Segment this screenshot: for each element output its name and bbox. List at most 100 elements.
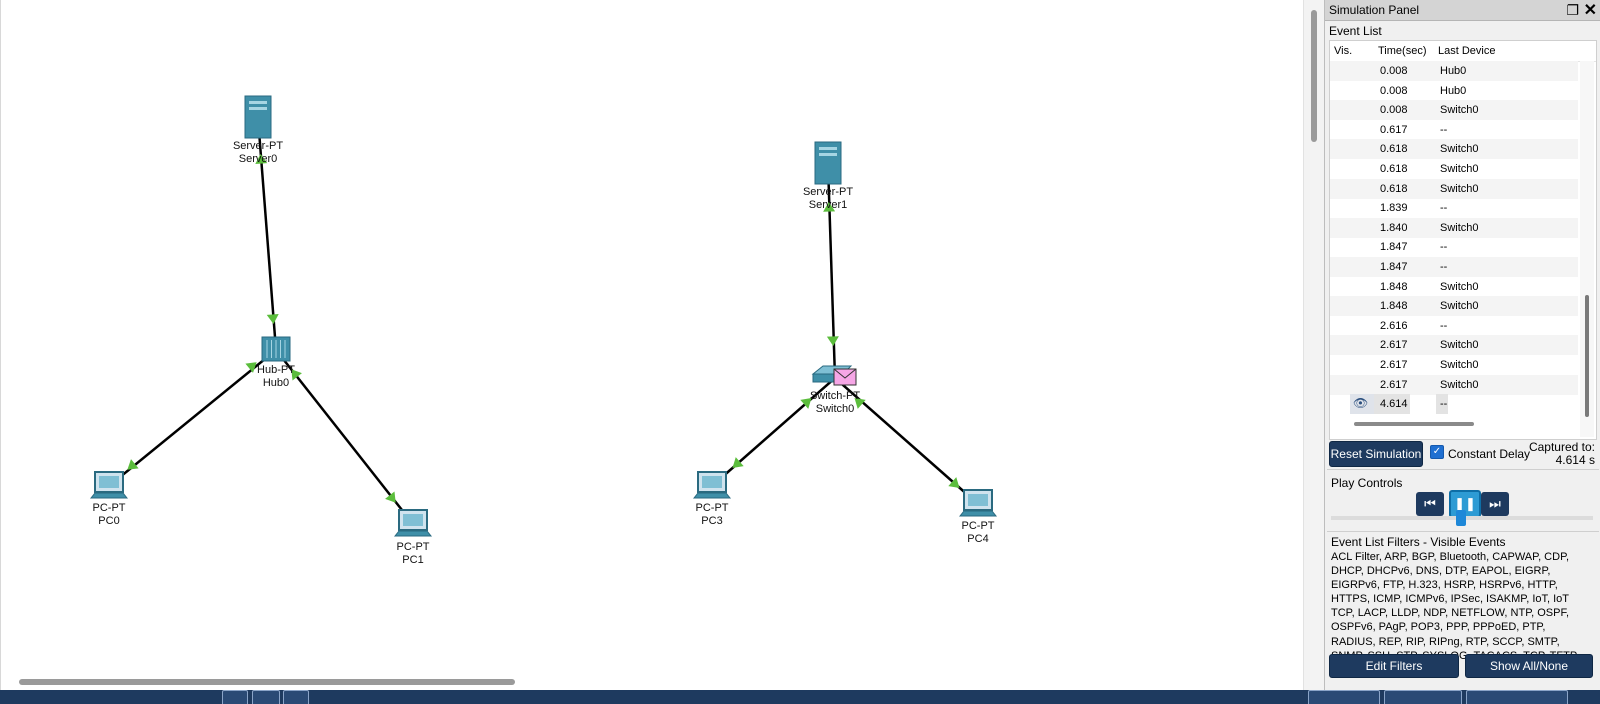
- restore-window-icon[interactable]: ❐: [1566, 2, 1579, 19]
- event-list-table: Vis. Time(sec) Last Device 0.008 Hub0 0.00…: [1329, 40, 1597, 440]
- step-forward-button[interactable]: ⏭: [1481, 492, 1509, 516]
- event-list-horizontal-scroll-thumb[interactable]: [1354, 422, 1474, 426]
- link-status-indicator: [266, 313, 279, 324]
- event-visibility-cell[interactable]: [1350, 296, 1374, 316]
- column-header-time[interactable]: Time(sec): [1378, 45, 1426, 57]
- toolbar-button[interactable]: [252, 690, 280, 704]
- event-visibility-cell[interactable]: [1350, 375, 1374, 395]
- event-row[interactable]: 0.618 Switch0: [1330, 159, 1578, 179]
- event-time: 1.848: [1380, 300, 1408, 313]
- pc0-device[interactable]: [89, 471, 129, 499]
- event-row[interactable]: 2.616 --: [1330, 316, 1578, 336]
- workspace-vertical-scrollbar[interactable]: [1303, 0, 1324, 690]
- event-visibility-cell[interactable]: [1350, 159, 1374, 179]
- event-row[interactable]: 2.617 Switch0: [1330, 335, 1578, 356]
- event-visibility-cell[interactable]: [1350, 81, 1374, 101]
- event-row[interactable]: 👁 4.614 --: [1330, 394, 1578, 415]
- event-last-device: Switch0: [1440, 300, 1479, 313]
- event-row[interactable]: 0.618 Switch0: [1330, 139, 1578, 160]
- event-visibility-cell[interactable]: [1350, 100, 1374, 120]
- event-time: 1.839: [1380, 202, 1408, 215]
- toolbar-button[interactable]: [1384, 690, 1462, 704]
- event-last-device: Switch0: [1440, 339, 1479, 352]
- toolbar-button[interactable]: [222, 690, 248, 704]
- event-visibility-cell[interactable]: [1350, 179, 1374, 199]
- event-visibility-cell[interactable]: [1350, 198, 1374, 218]
- event-row[interactable]: 0.618 Switch0: [1330, 178, 1578, 199]
- step-back-button[interactable]: ⏮: [1416, 492, 1444, 516]
- event-time: 0.008: [1380, 104, 1408, 117]
- event-visibility-cell[interactable]: [1350, 61, 1374, 81]
- event-row[interactable]: 1.848 Switch0: [1330, 277, 1578, 297]
- device-name-label: Server1: [808, 199, 848, 211]
- event-visibility-cell[interactable]: [1350, 120, 1374, 140]
- device-type-label: Switch-PT: [809, 390, 861, 402]
- event-row[interactable]: 0.008 Switch0: [1330, 100, 1578, 121]
- event-time: 4.614: [1380, 398, 1408, 411]
- server1-device[interactable]: [814, 141, 842, 185]
- logical-workspace[interactable]: Server-PT Server0 Hub-PT Hub0 PC-PT PC0 PC-PT P…: [0, 0, 1303, 690]
- event-last-device: Hub0: [1440, 65, 1467, 77]
- reset-simulation-button[interactable]: Reset Simulation: [1329, 441, 1423, 467]
- event-time: 1.847: [1380, 261, 1408, 273]
- event-visibility-cell[interactable]: 👁: [1350, 394, 1374, 415]
- column-header-last-device[interactable]: Last Device: [1438, 45, 1495, 57]
- event-visibility-cell[interactable]: [1350, 257, 1374, 277]
- event-time: 1.840: [1380, 221, 1408, 234]
- device-name-label: Hub0: [262, 377, 290, 389]
- captured-to-value: 4.614 s: [1555, 453, 1595, 467]
- toolbar-button[interactable]: [1308, 690, 1380, 704]
- event-list-scroll-thumb[interactable]: [1585, 295, 1589, 417]
- simulation-panel-title: Simulation Panel: [1329, 3, 1420, 17]
- event-visibility-cell[interactable]: [1350, 335, 1374, 355]
- event-row[interactable]: 1.847 --: [1330, 257, 1578, 277]
- captured-to-readout: Captured to: 4.614 s: [1529, 441, 1595, 467]
- event-list-label: Event List: [1329, 24, 1382, 38]
- toolbar-button[interactable]: [283, 690, 309, 704]
- event-visibility-cell[interactable]: [1350, 277, 1374, 297]
- event-row[interactable]: 1.839 --: [1330, 198, 1578, 218]
- pc0-label: PC-PT PC0: [64, 502, 154, 528]
- event-row[interactable]: 1.847 --: [1330, 237, 1578, 257]
- workspace-vertical-scroll-thumb[interactable]: [1311, 10, 1317, 142]
- workspace-horizontal-scroll-thumb[interactable]: [19, 679, 515, 685]
- event-last-device: --: [1440, 241, 1448, 254]
- event-visibility-cell[interactable]: [1350, 237, 1374, 257]
- event-visibility-cell[interactable]: [1350, 316, 1374, 336]
- event-visibility-cell[interactable]: [1350, 139, 1374, 159]
- pc4-label: PC-PT PC4: [933, 520, 1023, 546]
- event-row[interactable]: 1.848 Switch0: [1330, 296, 1578, 317]
- pc3-device[interactable]: [692, 471, 732, 499]
- device-type-label: PC-PT: [396, 541, 430, 553]
- event-last-device: Switch0: [1440, 143, 1479, 156]
- event-row[interactable]: 0.008 Hub0: [1330, 61, 1578, 81]
- event-visibility-cell[interactable]: [1350, 218, 1374, 238]
- column-header-vis[interactable]: Vis.: [1334, 45, 1352, 57]
- show-all-none-button[interactable]: Show All/None: [1465, 654, 1593, 678]
- topology-canvas[interactable]: [1, 0, 1303, 690]
- event-row[interactable]: 1.840 Switch0: [1330, 217, 1578, 238]
- event-row[interactable]: 2.617 Switch0: [1330, 374, 1578, 395]
- edit-filters-button[interactable]: Edit Filters: [1329, 654, 1459, 678]
- event-visibility-cell[interactable]: [1350, 355, 1374, 375]
- event-time: 2.616: [1380, 319, 1408, 332]
- play-speed-slider-thumb[interactable]: [1456, 510, 1466, 526]
- event-last-device: --: [1440, 202, 1448, 215]
- switch0-device[interactable]: [811, 365, 857, 386]
- hub0-device[interactable]: [261, 336, 291, 362]
- device-type-label: PC-PT: [695, 502, 729, 514]
- toolbar-button[interactable]: [1466, 690, 1568, 704]
- device-type-label: Hub-PT: [257, 364, 295, 376]
- server0-device[interactable]: [244, 95, 272, 139]
- pc1-device[interactable]: [393, 509, 433, 537]
- filters-title: Event List Filters - Visible Events: [1331, 535, 1506, 549]
- event-last-device: Switch0: [1440, 280, 1479, 293]
- event-row[interactable]: 0.617 --: [1330, 120, 1578, 140]
- event-row[interactable]: 0.008 Hub0: [1330, 81, 1578, 101]
- switch0-label: Switch-PT Switch0: [790, 390, 880, 416]
- constant-delay-checkbox[interactable]: ✓: [1430, 445, 1444, 459]
- event-row[interactable]: 2.617 Switch0: [1330, 355, 1578, 375]
- close-icon[interactable]: ✕: [1584, 0, 1597, 20]
- event-list-vertical-scrollbar[interactable]: [1580, 61, 1594, 437]
- pc4-device[interactable]: [958, 489, 998, 517]
